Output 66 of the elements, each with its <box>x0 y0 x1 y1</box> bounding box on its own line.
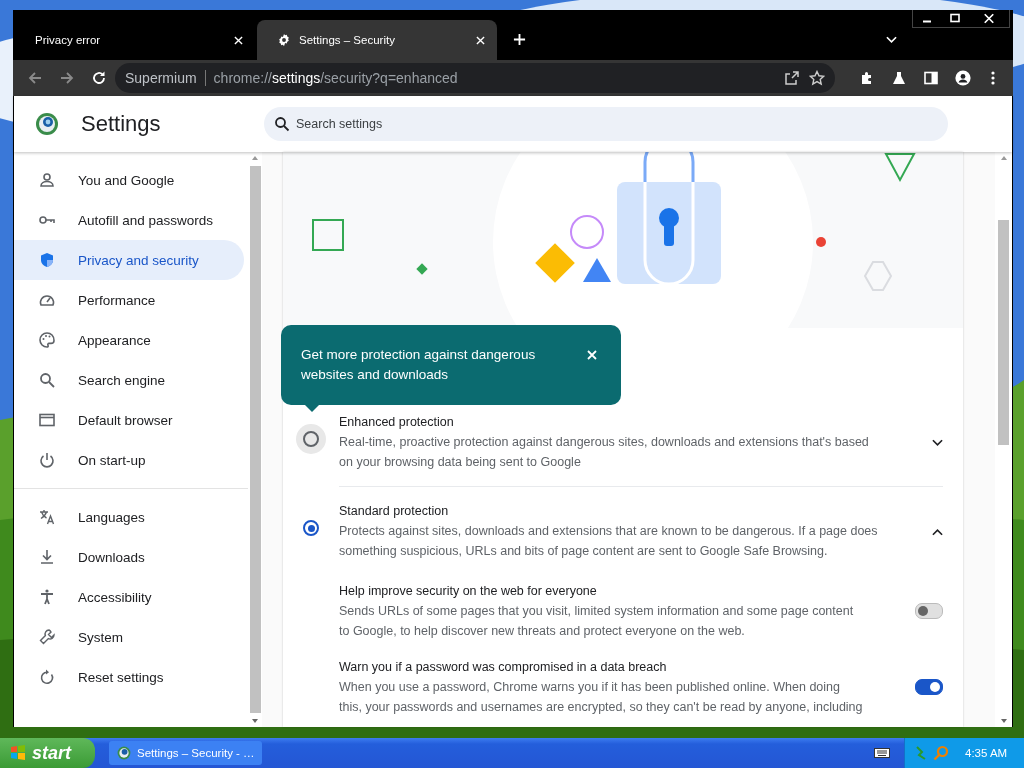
scrollbar[interactable] <box>995 152 1012 727</box>
shield-icon <box>38 251 56 269</box>
option-title: Standard protection <box>339 503 450 520</box>
browser-logo-icon <box>35 112 59 136</box>
setting-title: Warn you if a password was compromised in a data breach <box>339 659 668 676</box>
close-icon[interactable] <box>476 35 485 45</box>
sidebar-item[interactable]: Autofill and passwords <box>14 200 244 240</box>
profile-icon[interactable] <box>955 70 971 86</box>
flask-icon[interactable] <box>891 70 907 86</box>
option-description: Protects against sites, downloads and extensions that are known to be dangerous. If a page does something suspicious, URLs and bits of page content are sent to Google Safe Browsing. <box>339 523 879 560</box>
toggle-switch[interactable] <box>915 603 943 619</box>
browser-window-icon <box>38 411 56 429</box>
keyboard-icon[interactable] <box>874 747 890 759</box>
palette-icon <box>38 331 56 349</box>
tooltip-text: Get more protection against dangerous websites and downloads <box>301 346 537 384</box>
chevron-down-icon[interactable] <box>932 439 943 447</box>
setting-title: Help improve security on the web for everyone <box>339 583 598 600</box>
radio-button[interactable] <box>303 431 319 447</box>
search-icon <box>274 116 290 132</box>
option-title: Enhanced protection <box>339 414 455 431</box>
chevron-up-icon[interactable] <box>932 528 943 536</box>
search-icon <box>38 371 56 389</box>
star-icon[interactable] <box>809 70 825 86</box>
accessibility-icon <box>38 588 56 606</box>
close-icon[interactable] <box>587 350 597 360</box>
setting-description: When you use a password, Chrome warns you if it has been published online. When doing this, your passwords and usernames are encrypted, so they can't be read by anyone, including <box>339 679 864 716</box>
radio-button[interactable] <box>303 520 319 536</box>
browser-tab[interactable]: Privacy error <box>15 20 255 60</box>
power-icon <box>38 451 56 469</box>
side-panel-icon[interactable] <box>923 70 939 86</box>
new-tab-icon[interactable] <box>513 33 526 46</box>
reset-icon <box>38 668 56 686</box>
sidebar-item[interactable]: Reset settings <box>14 657 244 697</box>
share-icon[interactable] <box>784 70 800 86</box>
sidebar-item[interactable]: Search engine <box>14 360 244 400</box>
menu-icon[interactable] <box>991 70 995 86</box>
sidebar-item[interactable]: You and Google <box>14 160 244 200</box>
gear-icon <box>277 33 291 47</box>
wrench-icon <box>38 628 56 646</box>
sidebar-item[interactable]: Appearance <box>14 320 244 360</box>
windows-flag-icon <box>10 745 26 761</box>
setting-description: Sends URLs of some pages that you visit, limited system information and some page content to Google, to help discover new threats and protect everyone on the web. <box>339 603 855 640</box>
address-bar[interactable]: Supermium chrome://settings/security?q=enhanced <box>115 63 835 93</box>
clock: 4:35 AM <box>965 747 1008 759</box>
person-icon <box>38 171 56 189</box>
sidebar-item[interactable]: On start-up <box>14 440 244 480</box>
sidebar-item[interactable]: Default browser <box>14 400 244 440</box>
browser-tab[interactable]: Settings – Security <box>257 20 497 60</box>
sidebar-item[interactable]: Privacy and security <box>14 240 244 280</box>
forward-arrow-icon[interactable] <box>59 70 75 86</box>
sidebar-item[interactable]: Languages <box>14 497 244 537</box>
sidebar-item[interactable]: Downloads <box>14 537 244 577</box>
download-icon <box>38 548 56 566</box>
browser-logo-icon <box>117 746 131 760</box>
taskbar-button[interactable]: Settings – Security - … <box>109 741 262 765</box>
close-icon[interactable] <box>234 35 243 45</box>
sidebar-item[interactable]: Accessibility <box>14 577 244 617</box>
sidebar-item[interactable]: Performance <box>14 280 244 320</box>
search-field[interactable]: Search settings <box>264 107 948 141</box>
sidebar-item[interactable]: System <box>14 617 244 657</box>
back-arrow-icon[interactable] <box>27 70 43 86</box>
page-title: Settings <box>81 111 162 137</box>
translate-icon <box>38 508 56 526</box>
toggle-switch[interactable] <box>915 679 943 695</box>
option-description: Real-time, proactive protection against dangerous sites, downloads and extensions that's based on your browsing data being sent to Google <box>339 434 870 471</box>
reload-icon[interactable] <box>91 70 107 86</box>
